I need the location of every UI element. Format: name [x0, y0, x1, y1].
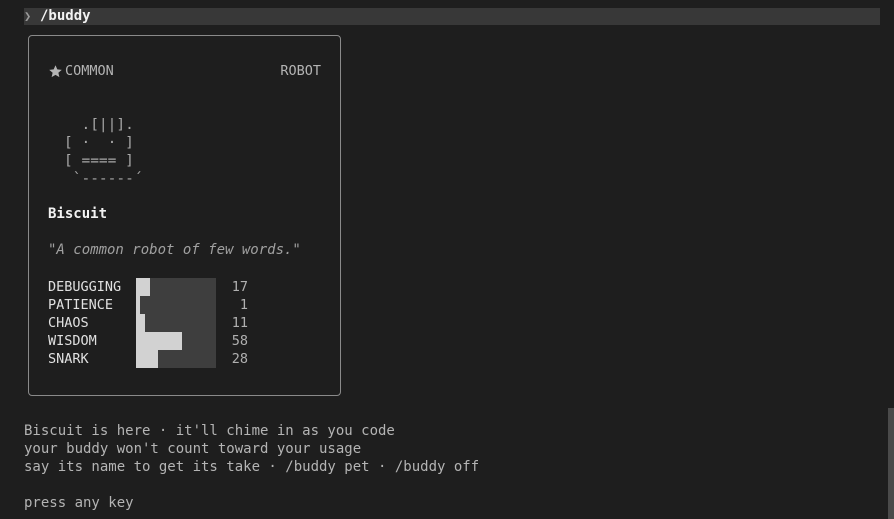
stat-bar: [136, 332, 216, 350]
stat-value: 11: [231, 315, 248, 331]
stat-label: CHAOS: [48, 315, 89, 331]
stat-value: 28: [231, 351, 248, 367]
stat-label: DEBUGGING: [48, 279, 122, 295]
scrollbar-thumb[interactable]: [888, 408, 894, 519]
prompt-chevron-icon: ❯: [24, 9, 32, 23]
message-line: say its name to get its take · /buddy pe…: [24, 459, 480, 475]
art-line: `------´: [64, 171, 143, 187]
art-line: .[||].: [64, 117, 134, 133]
buddy-card: COMMON ROBOT .[||]. [ · · ] [ ==== ] `--…: [28, 35, 341, 396]
stat-bar-fill: [136, 332, 183, 350]
stat-row-chaos: CHAOS 11: [48, 314, 308, 332]
buddy-messages: Biscuit is here · it'll chime in as you …: [24, 422, 479, 476]
art-line: [ ==== ]: [64, 153, 134, 169]
stat-label: PATIENCE: [48, 297, 114, 313]
stat-bar-fill: [136, 314, 145, 332]
message-line: Biscuit is here · it'll chime in as you …: [24, 423, 395, 439]
stat-bar: [136, 296, 216, 314]
command-text: /buddy: [40, 8, 91, 24]
star-icon: [49, 64, 62, 77]
press-any-key-prompt[interactable]: press any key: [24, 494, 134, 512]
buddy-name: Biscuit: [48, 206, 108, 222]
buddy-quote: "A common robot of few words.": [48, 242, 301, 258]
stat-row-debugging: DEBUGGING 17: [48, 278, 308, 296]
stat-row-snark: SNARK 28: [48, 350, 308, 368]
stat-row-wisdom: WISDOM 58: [48, 332, 308, 350]
stat-label: WISDOM: [48, 333, 97, 349]
stat-bar: [136, 278, 216, 296]
species-label: ROBOT: [280, 63, 321, 79]
stat-bar-fill: [136, 278, 150, 296]
stat-label: SNARK: [48, 351, 89, 367]
stat-bar: [136, 314, 216, 332]
command-line: ❯ /buddy: [24, 8, 880, 25]
rarity-badge: COMMON: [48, 63, 114, 79]
rarity-label: COMMON: [65, 63, 114, 79]
stat-bar-fill: [136, 350, 159, 368]
stat-value: 1: [239, 297, 248, 313]
stat-bar-fill: [136, 296, 140, 314]
message-line: your buddy won't count toward your usage: [24, 441, 362, 457]
stat-row-patience: PATIENCE 1: [48, 296, 308, 314]
art-line: [ · · ]: [64, 135, 134, 151]
stat-value: 58: [231, 333, 248, 349]
stat-value: 17: [231, 279, 248, 295]
stat-bar: [136, 350, 216, 368]
robot-ascii-art: .[||]. [ · · ] [ ==== ] `------´: [64, 116, 143, 188]
stats-list: DEBUGGING 17 PATIENCE 1 CHAOS 11 WISDOM …: [48, 278, 308, 368]
